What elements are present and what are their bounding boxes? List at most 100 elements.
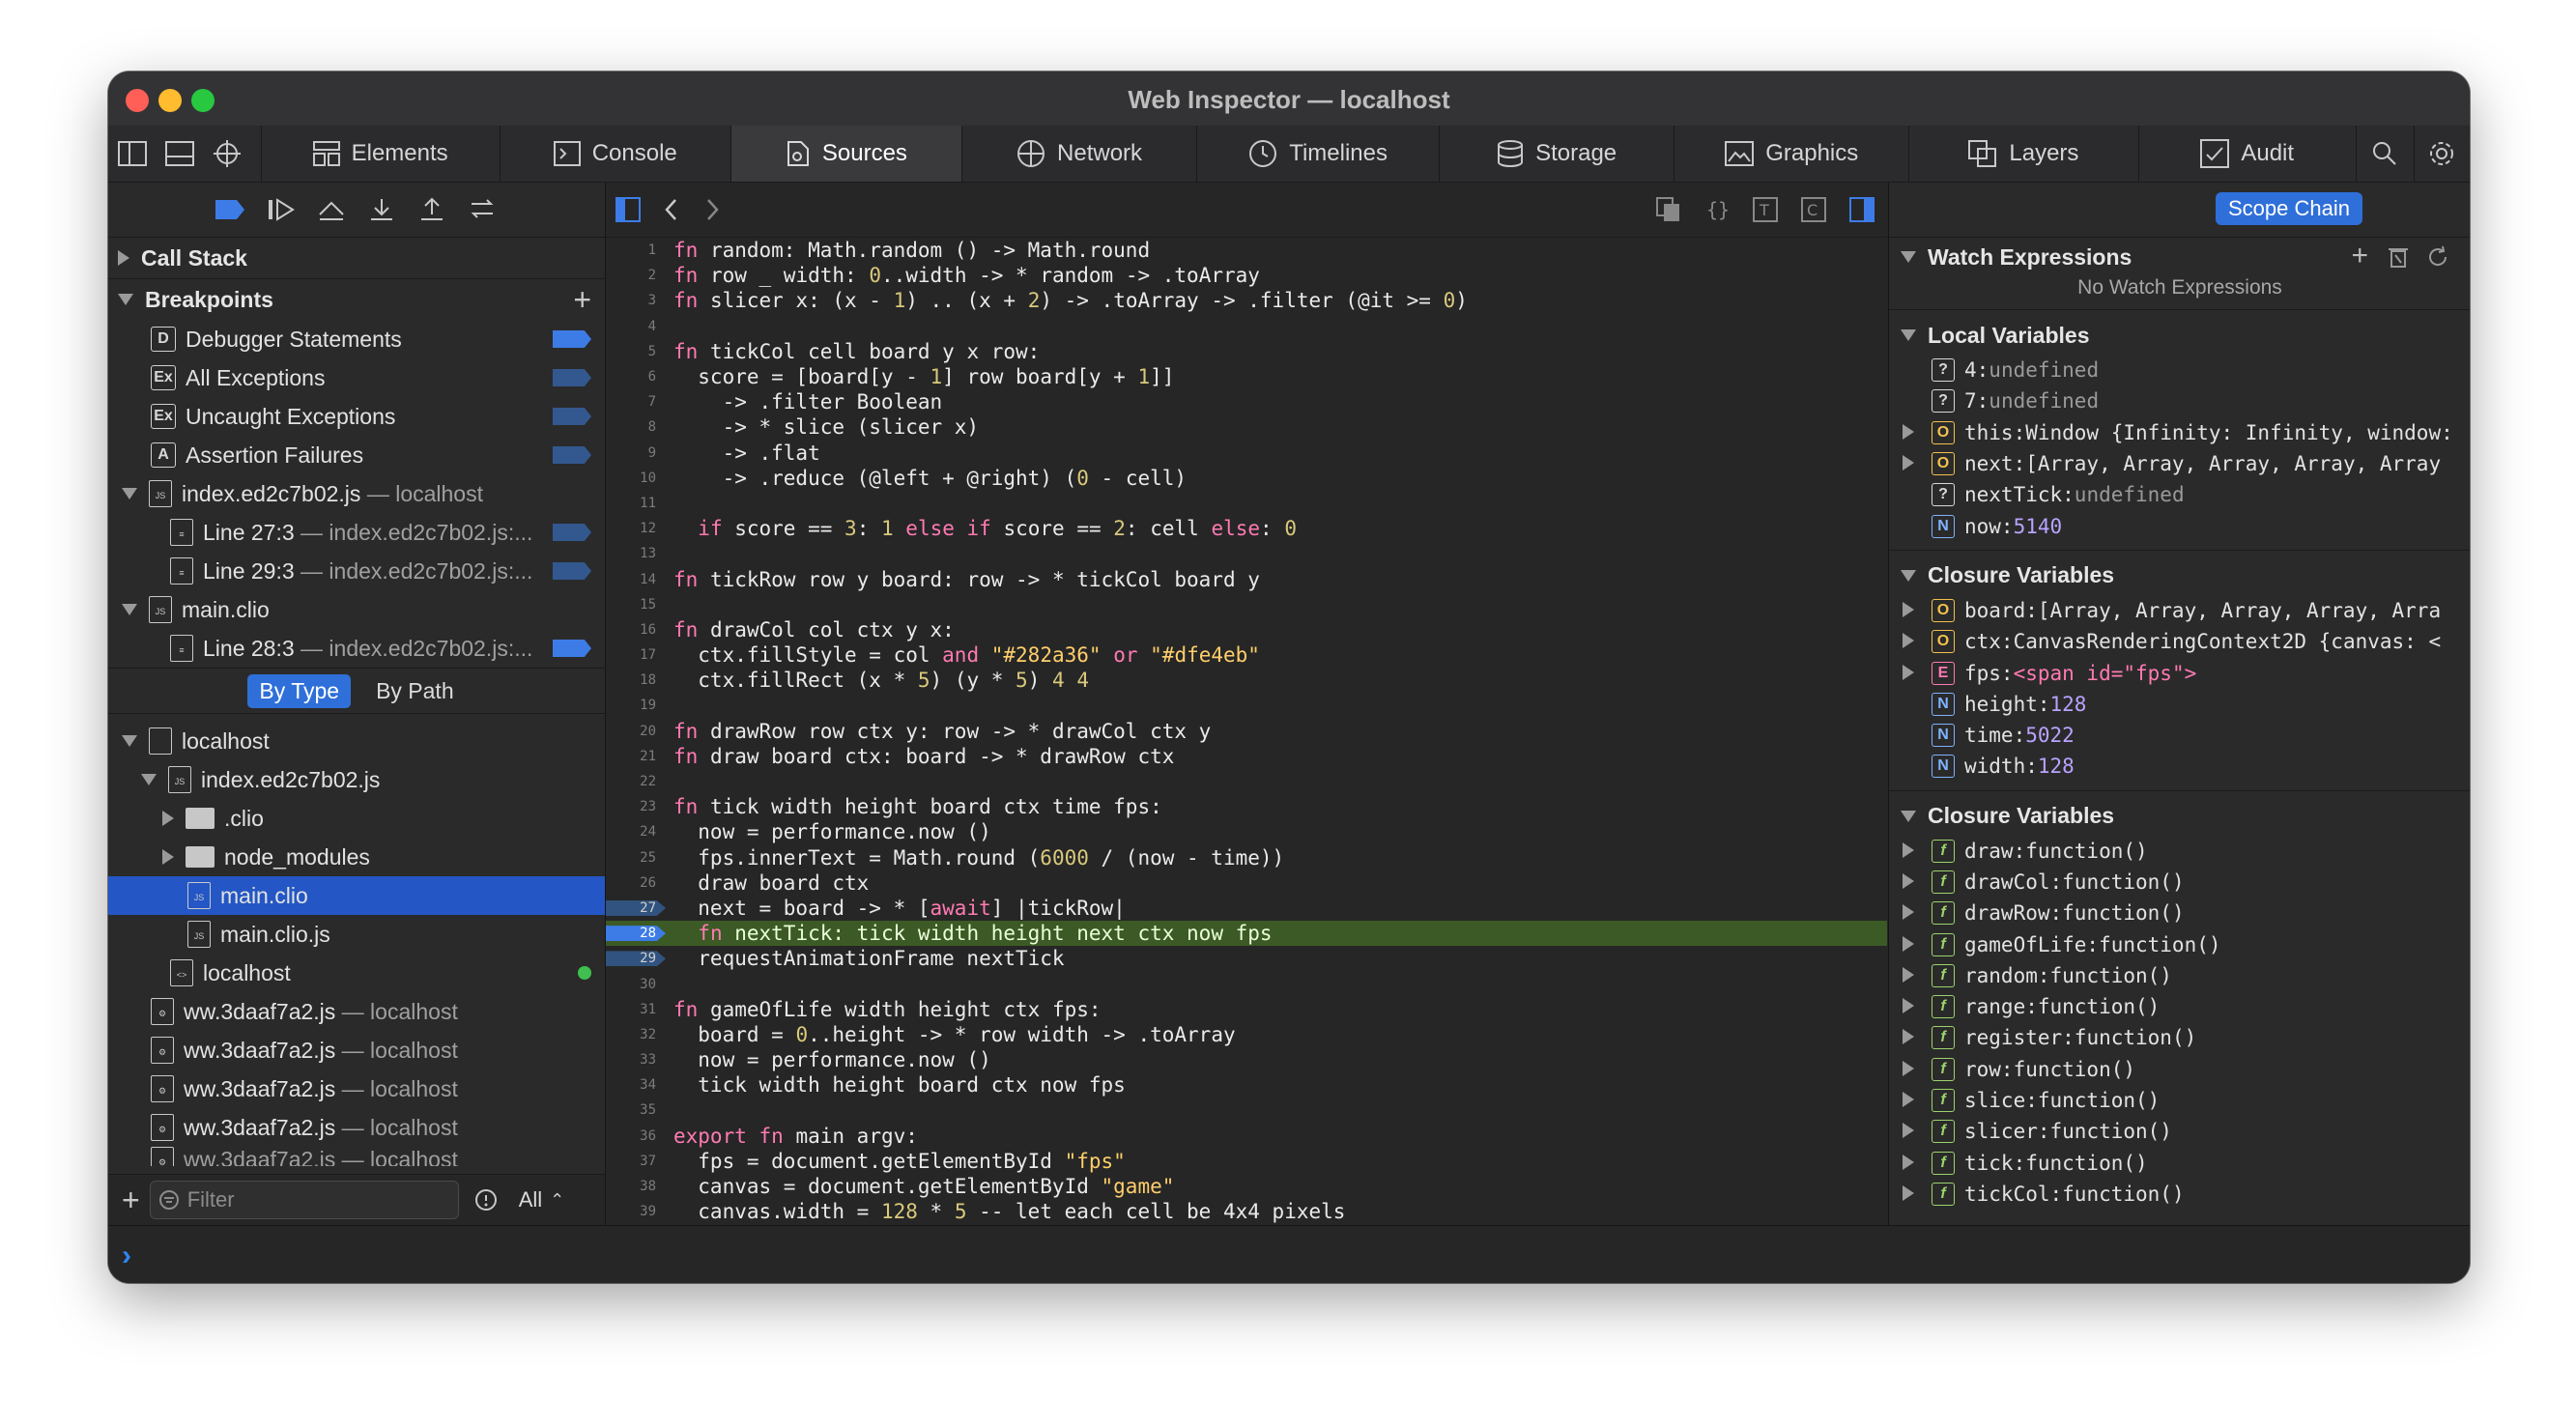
line-number[interactable]: 12	[606, 521, 666, 536]
disclosure-right-icon[interactable]	[1903, 662, 1932, 685]
code-line[interactable]: 39 canvas.width = 128 * 5 -- let each ce…	[606, 1199, 1887, 1224]
line-number[interactable]: 10	[606, 471, 666, 486]
details-sidebar-toggle-icon[interactable]	[1848, 196, 1875, 223]
line-number[interactable]: 24	[606, 824, 666, 840]
breakpoint-marker-icon[interactable]	[553, 369, 591, 386]
variable-row[interactable]: Oboard: [Array, Array, Array, Array, Arr…	[1889, 595, 2470, 626]
line-number[interactable]: 17	[606, 647, 666, 663]
code-line[interactable]: 24 now = performance.now ()	[606, 819, 1887, 844]
filter-scope-select[interactable]: All	[519, 1187, 542, 1212]
variable-row[interactable]: Othis: Window {Infinity: Infinity, windo…	[1889, 417, 2470, 448]
disclosure-right-icon[interactable]	[1903, 840, 1932, 863]
disclosure-right-icon[interactable]	[1903, 630, 1932, 653]
line-number[interactable]: 2	[606, 268, 666, 283]
line-number[interactable]: 27	[606, 899, 666, 916]
quick-console[interactable]: ›	[108, 1225, 2470, 1283]
tree-item-localhost-doc[interactable]: <> localhost	[108, 954, 605, 992]
tree-item-main-clio[interactable]: JS main.clio	[108, 876, 605, 915]
breakpoint-item[interactable]: Ex Uncaught Exceptions	[108, 397, 605, 436]
variable-row[interactable]: f gameOfLife: function()	[1889, 928, 2470, 959]
tree-item-main-clio-js[interactable]: JS main.clio.js	[108, 915, 605, 954]
breakpoint-marker-icon[interactable]	[553, 330, 591, 348]
tree-item-folder[interactable]: .clio	[108, 799, 605, 838]
tree-item-localhost[interactable]: localhost	[108, 722, 605, 760]
breakpoint-file-item[interactable]: JS index.ed2c7b02.js — localhost	[108, 474, 605, 513]
by-path-button[interactable]: By Path	[364, 674, 466, 708]
line-number[interactable]: 3	[606, 293, 666, 308]
line-number[interactable]: 37	[606, 1154, 666, 1169]
tab-graphics[interactable]: Graphics	[1674, 126, 1908, 182]
call-stack-header[interactable]: Call Stack	[108, 238, 605, 279]
line-number[interactable]: 9	[606, 445, 666, 461]
code-line[interactable]: 13	[606, 541, 1887, 566]
variable-row[interactable]: f tickCol: function()	[1889, 1179, 2470, 1210]
code-line[interactable]: 37 fps = document.getElementById "fps"	[606, 1149, 1887, 1174]
variable-row[interactable]: Ntime: 5022	[1889, 720, 2470, 751]
breakpoint-line-item[interactable]: ≡ Line 27:3 — index.ed2c7b02.js:...	[108, 513, 605, 552]
disclosure-right-icon[interactable]	[1903, 1058, 1932, 1081]
code-line[interactable]: 16 fn drawCol col ctx y x:	[606, 617, 1887, 642]
line-number[interactable]: 25	[606, 850, 666, 866]
back-chevron-icon[interactable]	[662, 197, 681, 222]
line-number[interactable]: 16	[606, 622, 666, 638]
disclosure-right-icon[interactable]	[1903, 901, 1932, 925]
line-number[interactable]: 14	[606, 572, 666, 587]
dock-bottom-icon[interactable]	[156, 126, 203, 182]
tab-layers[interactable]: Layers	[1908, 126, 2137, 182]
breakpoint-file-item[interactable]: JS main.clio	[108, 590, 605, 629]
code-line[interactable]: 8 -> * slice (slicer x)	[606, 414, 1887, 440]
variable-row[interactable]: Efps: <span id="fps">	[1889, 657, 2470, 688]
line-number[interactable]: 34	[606, 1077, 666, 1093]
filter-input[interactable]: Filter	[149, 1181, 459, 1219]
code-line[interactable]: 28 fn nextTick: tick width height next c…	[606, 921, 1887, 947]
line-number[interactable]: 35	[606, 1102, 666, 1118]
tree-item-bundle[interactable]: JS index.ed2c7b02.js	[108, 760, 605, 799]
navigation-sidebar-toggle-icon[interactable]	[615, 197, 641, 222]
line-number[interactable]: 28	[606, 926, 666, 942]
pretty-print-icon[interactable]: {}	[1703, 196, 1731, 223]
copy-icon[interactable]	[1655, 196, 1682, 223]
step-over-icon[interactable]	[317, 197, 346, 222]
breakpoint-item[interactable]: D Debugger Statements	[108, 320, 605, 358]
add-breakpoint-icon[interactable]: +	[573, 282, 591, 318]
add-watch-icon[interactable]: +	[2351, 240, 2368, 272]
variable-row[interactable]: ? 4: undefined	[1889, 355, 2470, 385]
variable-row[interactable]: ? nextTick: undefined	[1889, 479, 2470, 510]
code-line[interactable]: 26 draw board ctx	[606, 870, 1887, 896]
breakpoint-marker-icon[interactable]	[553, 562, 591, 580]
by-type-button[interactable]: By Type	[247, 673, 352, 708]
disclosure-right-icon[interactable]	[1903, 870, 1932, 894]
variable-row[interactable]: f slicer: function()	[1889, 1116, 2470, 1147]
code-line[interactable]: 25 fps.innerText = Math.round (6000 / (n…	[606, 845, 1887, 870]
scope-chain-tab[interactable]: Scope Chain	[2216, 192, 2362, 225]
breakpoint-line-item[interactable]: ≡ Line 29:3 — index.ed2c7b02.js:...	[108, 552, 605, 590]
closure-variables-header[interactable]: Closure Variables	[1889, 797, 2470, 836]
code-line[interactable]: 9 -> .flat	[606, 441, 1887, 466]
disclosure-right-icon[interactable]	[1903, 452, 1932, 475]
code-line[interactable]: 21 fn draw board ctx: board -> * drawRow …	[606, 744, 1887, 769]
code-line[interactable]: 6 score = [board[y - 1] row board[y + 1]…	[606, 364, 1887, 389]
variable-row[interactable]: Nheight: 128	[1889, 689, 2470, 720]
code-lines[interactable]: 1 fn random: Math.random () -> Math.round…	[606, 238, 1887, 1225]
variable-row[interactable]: f draw: function()	[1889, 836, 2470, 867]
disclosure-right-icon[interactable]	[1903, 1089, 1932, 1112]
variable-row[interactable]: f drawCol: function()	[1889, 867, 2470, 898]
step-out-icon[interactable]	[417, 197, 446, 222]
code-line[interactable]: 20 fn drawRow row ctx y: row -> * drawCol…	[606, 719, 1887, 744]
line-number[interactable]: 18	[606, 672, 666, 688]
disclosure-right-icon[interactable]	[1903, 995, 1932, 1018]
code-line[interactable]: 17 ctx.fillStyle = col and "#282a36" or …	[606, 642, 1887, 668]
forward-chevron-icon[interactable]	[702, 197, 722, 222]
disclosure-right-icon[interactable]	[1903, 1120, 1932, 1143]
line-number[interactable]: 21	[606, 749, 666, 764]
type-profiler-icon[interactable]: T	[1752, 196, 1779, 223]
line-number[interactable]: 33	[606, 1052, 666, 1068]
code-line[interactable]: 34 tick width height board ctx now fps	[606, 1072, 1887, 1098]
breakpoint-marker-icon[interactable]	[553, 524, 591, 541]
tree-item-worker[interactable]: ⚙ ww.3daaf7a2.js — localhost	[108, 1108, 605, 1147]
variable-row[interactable]: f range: function()	[1889, 991, 2470, 1022]
code-line[interactable]: 11	[606, 491, 1887, 516]
variable-row[interactable]: f tick: function()	[1889, 1148, 2470, 1179]
line-number[interactable]: 26	[606, 875, 666, 891]
line-number[interactable]: 22	[606, 774, 666, 789]
